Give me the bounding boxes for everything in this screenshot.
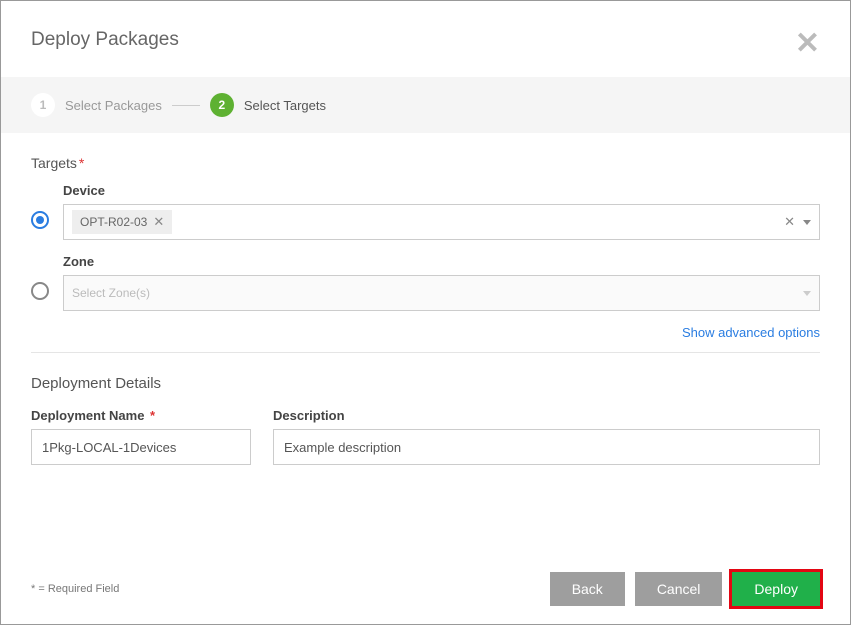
targets-heading: Targets*: [31, 155, 820, 171]
deployment-name-input[interactable]: [31, 429, 251, 465]
device-tag: OPT-R02-03 ✕: [72, 210, 172, 234]
required-field-note: * = Required Field: [31, 583, 119, 595]
show-advanced-link[interactable]: Show advanced options: [31, 325, 820, 340]
divider: [31, 352, 820, 353]
zone-select[interactable]: Select Zone(s): [63, 275, 820, 311]
device-tag-remove-icon[interactable]: ✕: [153, 214, 164, 230]
zone-dropdown-icon: [803, 291, 811, 296]
zone-label: Zone: [63, 254, 820, 269]
device-label: Device: [63, 183, 820, 198]
deploy-button[interactable]: Deploy: [732, 572, 820, 606]
cancel-button[interactable]: Cancel: [635, 572, 723, 606]
device-dropdown-icon[interactable]: [803, 220, 811, 225]
device-clear-icon[interactable]: ✕: [784, 214, 795, 230]
back-button[interactable]: Back: [550, 572, 625, 606]
step-1-number: 1: [31, 93, 55, 117]
zone-placeholder: Select Zone(s): [72, 286, 150, 300]
step-2-label: Select Targets: [244, 98, 326, 113]
dialog-title: Deploy Packages: [31, 29, 179, 51]
device-select[interactable]: OPT-R02-03 ✕ ✕: [63, 204, 820, 240]
step-2-number: 2: [210, 93, 234, 117]
deployment-details-heading: Deployment Details: [31, 375, 820, 392]
step-1-label: Select Packages: [65, 98, 162, 113]
close-icon[interactable]: ✕: [795, 29, 820, 59]
zone-radio[interactable]: [31, 282, 49, 300]
description-input[interactable]: [273, 429, 820, 465]
step-divider: [172, 105, 200, 106]
deployment-name-label: Deployment Name *: [31, 408, 251, 423]
description-label: Description: [273, 408, 820, 423]
step-indicator: 1 Select Packages 2 Select Targets: [1, 77, 850, 133]
device-radio[interactable]: [31, 211, 49, 229]
